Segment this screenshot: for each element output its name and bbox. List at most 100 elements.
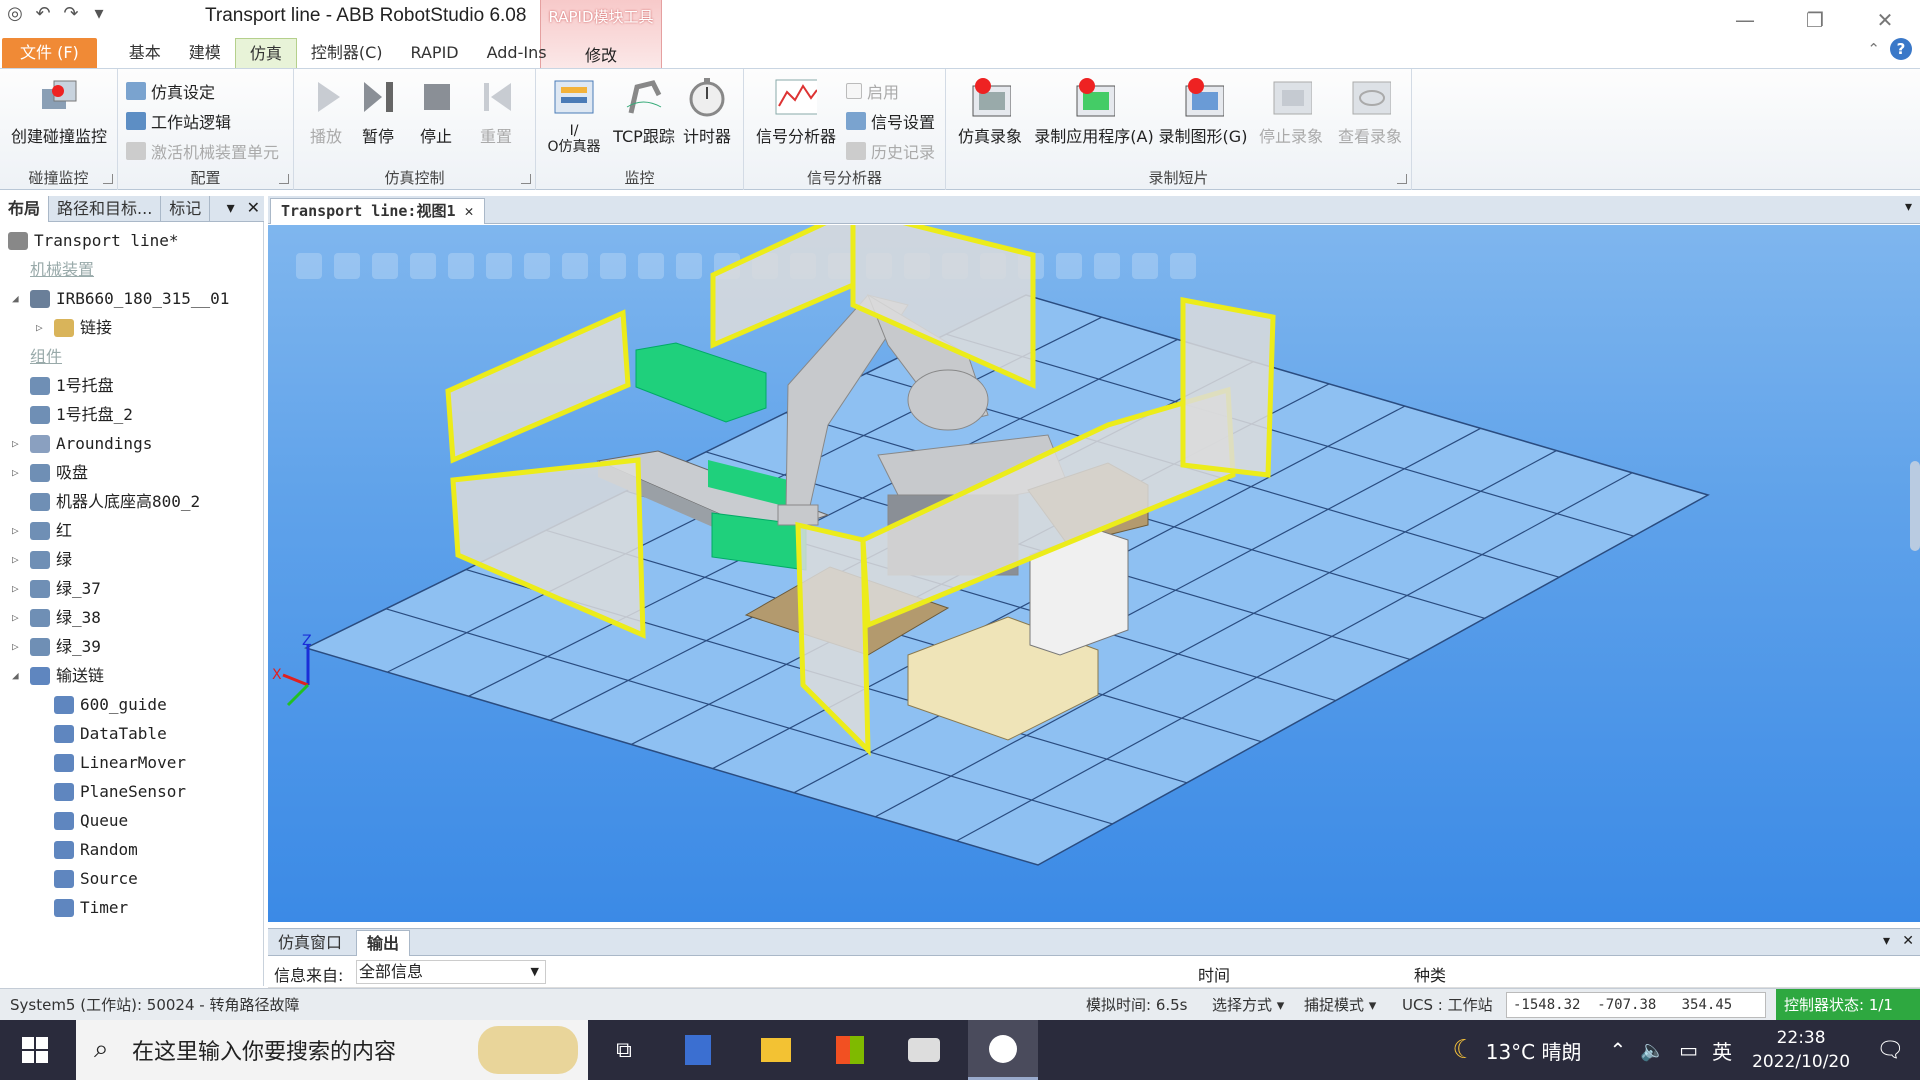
tree-item[interactable]: 机器人底座高800_2 <box>0 487 264 516</box>
tcp-trace-button[interactable]: TCP跟踪 <box>612 75 676 147</box>
calculator-icon[interactable] <box>670 1020 726 1080</box>
tab-output[interactable]: 输出 <box>356 930 411 956</box>
ime-indicator[interactable]: 英 <box>1712 1036 1732 1065</box>
controller-status[interactable]: 控制器状态: 1/1 <box>1776 989 1920 1021</box>
output-close-icon[interactable]: ✕ <box>1902 933 1914 949</box>
tree-item[interactable]: 机械装置 <box>0 255 264 284</box>
store-icon[interactable] <box>822 1020 878 1080</box>
customize-icon[interactable]: ▾ <box>88 3 110 24</box>
tree-item[interactable]: Source <box>0 864 264 893</box>
stop-button[interactable]: 停止 <box>416 75 456 147</box>
panel-menu-icon[interactable]: ▾ <box>227 198 235 217</box>
play-button[interactable]: 播放 <box>306 75 346 147</box>
enable-checkbox[interactable]: 启用 <box>846 79 899 103</box>
tree-item[interactable]: ▷ Aroundings <box>0 429 264 458</box>
expand-icon[interactable]: ▷ <box>12 632 24 661</box>
file-explorer-icon[interactable] <box>748 1020 804 1080</box>
reset-button[interactable]: 重置 <box>476 75 516 147</box>
close-tab-icon[interactable]: ✕ <box>465 202 474 220</box>
tree-item[interactable]: LinearMover <box>0 748 264 777</box>
dialog-launcher-icon[interactable] <box>103 174 113 184</box>
tab-home[interactable]: 基本 <box>115 38 175 68</box>
column-type[interactable]: 种类 <box>1414 962 1446 986</box>
taskbar-search[interactable]: ⌕ 在这里输入你要搜索的内容 <box>76 1020 588 1080</box>
pause-button[interactable]: 暂停 <box>358 75 398 147</box>
volume-icon[interactable]: 🔈 <box>1640 1038 1665 1062</box>
weather-text[interactable]: 13°C 晴朗 <box>1486 1036 1582 1065</box>
tree-item[interactable]: ▷ 红 <box>0 516 264 545</box>
tree-item[interactable]: 1号托盘_2 <box>0 400 264 429</box>
task-view-icon[interactable]: ⧉ <box>596 1020 652 1080</box>
stop-record-button[interactable]: 停止录象 <box>1254 75 1328 147</box>
tab-addins[interactable]: Add-Ins <box>473 38 561 68</box>
viewport-menu-icon[interactable]: ▾ <box>1905 199 1912 215</box>
tab-paths-targets[interactable]: 路径和目标... <box>49 196 162 222</box>
notification-icon[interactable]: 🗨 <box>1876 1038 1904 1063</box>
expand-icon[interactable]: ▷ <box>12 574 24 603</box>
view-record-button[interactable]: 查看录象 <box>1332 75 1408 147</box>
tab-modeling[interactable]: 建模 <box>175 38 235 68</box>
clock[interactable]: 22:38 2022/10/20 <box>1752 1026 1850 1074</box>
tree-item[interactable]: PlaneSensor <box>0 777 264 806</box>
tree-item[interactable]: ▷ 链接 <box>0 313 264 342</box>
tab-tags[interactable]: 标记 <box>161 196 211 222</box>
tab-simulation[interactable]: 仿真 <box>234 38 297 68</box>
collapse-icon[interactable]: ◢ <box>12 284 24 313</box>
help-icon[interactable]: ? <box>1890 38 1912 60</box>
history-button[interactable]: 历史记录 <box>846 139 935 163</box>
robotstudio-taskbar-icon[interactable] <box>968 1020 1038 1080</box>
tree-item[interactable]: ▷ 绿_38 <box>0 603 264 632</box>
panel-close-icon[interactable]: ✕ <box>247 198 260 217</box>
scrollbar-handle[interactable] <box>1910 461 1920 551</box>
expand-icon[interactable]: ▷ <box>36 313 48 342</box>
io-simulator-button[interactable]: I/ O仿真器 <box>542 75 606 155</box>
tree-item[interactable]: ◢ IRB660_180_315__01 <box>0 284 264 313</box>
tree-item[interactable]: ▷ 绿_39 <box>0 632 264 661</box>
sim-record-button[interactable]: 仿真录象 <box>950 75 1030 147</box>
tray-expand-icon[interactable]: ⌃ <box>1610 1038 1627 1062</box>
tree-item[interactable]: Transport line* <box>0 226 264 255</box>
record-app-button[interactable]: 录制应用程序(A) <box>1032 75 1156 147</box>
tree-item[interactable]: 1号托盘 <box>0 371 264 400</box>
undo-icon[interactable]: ↶ <box>32 3 54 24</box>
expand-icon[interactable]: ▷ <box>12 516 24 545</box>
tab-rapid[interactable]: RAPID <box>397 38 473 68</box>
tree-item[interactable]: Random <box>0 835 264 864</box>
expand-icon[interactable]: ▷ <box>12 603 24 632</box>
snap-mode-dropdown[interactable]: 捕捉模式 ▾ <box>1304 989 1376 1021</box>
tree-item[interactable]: ▷ 绿 <box>0 545 264 574</box>
tab-sim-window[interactable]: 仿真窗口 <box>268 930 352 956</box>
tree-item[interactable]: Timer <box>0 893 264 922</box>
dialog-launcher-icon[interactable] <box>279 174 289 184</box>
expand-icon[interactable]: ▷ <box>12 458 24 487</box>
tree-item[interactable]: DataTable <box>0 719 264 748</box>
collapse-icon[interactable]: ◢ <box>12 661 24 690</box>
tree-item[interactable]: 组件 <box>0 342 264 371</box>
tab-layout[interactable]: 布局 <box>0 196 50 222</box>
start-button[interactable] <box>0 1020 70 1080</box>
tree-item[interactable]: Queue <box>0 806 264 835</box>
app-icon[interactable]: ◎ <box>4 3 26 24</box>
tree-item[interactable]: ▷ 吸盘 <box>0 458 264 487</box>
record-graphics-button[interactable]: 录制图形(G) <box>1158 75 1248 147</box>
station-logic-button[interactable]: 工作站逻辑 <box>126 109 231 133</box>
output-menu-icon[interactable]: ▾ <box>1883 933 1890 949</box>
activate-unit-button[interactable]: 激活机械装置单元 <box>126 139 279 163</box>
source-select[interactable]: 全部信息 ▼ <box>356 960 546 984</box>
dialog-launcher-icon[interactable] <box>1397 174 1407 184</box>
tab-file[interactable]: 文件 (F) <box>2 38 97 68</box>
tree-item[interactable]: ▷ 绿_37 <box>0 574 264 603</box>
battery-icon[interactable]: ▭ <box>1679 1038 1698 1062</box>
signal-analyzer-button[interactable]: 信号分析器 <box>748 75 844 147</box>
viewport-tab[interactable]: Transport line:视图1 ✕ <box>270 198 485 224</box>
tab-controller[interactable]: 控制器(C) <box>297 38 397 68</box>
sim-settings-button[interactable]: 仿真设定 <box>126 79 215 103</box>
3d-viewport[interactable]: Z X <box>268 225 1920 922</box>
column-time[interactable]: 时间 <box>1198 962 1230 986</box>
collapse-ribbon-icon[interactable]: ⌃ <box>1867 40 1880 58</box>
camera-app-icon[interactable] <box>896 1020 952 1080</box>
redo-icon[interactable]: ↷ <box>60 3 82 24</box>
tree-item[interactable]: ◢ 输送链 <box>0 661 264 690</box>
create-collision-button[interactable]: 创建碰撞监控 <box>4 75 114 147</box>
select-mode-dropdown[interactable]: 选择方式 ▾ <box>1212 989 1284 1021</box>
